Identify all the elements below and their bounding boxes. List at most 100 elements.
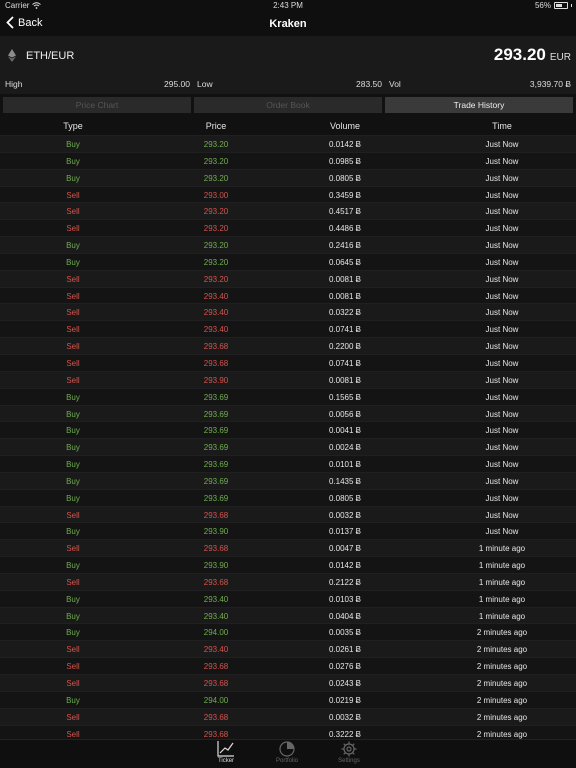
- cell-price: 293.68: [203, 577, 229, 587]
- cell-time: Just Now: [485, 325, 519, 335]
- table-row: Buy 293.40 0.0404 Ƀ 1 minute ago: [0, 606, 576, 624]
- cell-time: 2 minutes ago: [476, 695, 528, 705]
- cell-volume: 0.0142 Ƀ: [328, 561, 362, 571]
- cell-type: Sell: [66, 274, 80, 284]
- cell-price: 293.20: [203, 156, 229, 166]
- tab-portfolio[interactable]: Portfolio: [262, 741, 312, 764]
- table-row: Buy 293.20 0.0805 Ƀ Just Now: [0, 168, 576, 186]
- tab-trade-history[interactable]: Trade History: [385, 97, 573, 113]
- cell-volume: 0.0035 Ƀ: [328, 628, 362, 638]
- cell-type: Sell: [66, 342, 80, 352]
- cell-time: Just Now: [485, 241, 519, 251]
- cell-price: 294.00: [203, 695, 229, 705]
- table-row: Sell 293.20 0.4517 Ƀ Just Now: [0, 202, 576, 220]
- table-row: Sell 293.68 0.0276 Ƀ 2 minutes ago: [0, 657, 576, 674]
- price-currency: EUR: [549, 52, 571, 63]
- cell-type: Sell: [66, 662, 80, 672]
- cell-time: Just Now: [485, 308, 519, 318]
- cell-type: Sell: [66, 712, 80, 722]
- table-row: Buy 293.90 0.0137 Ƀ Just Now: [0, 522, 576, 540]
- tab-portfolio-label: Portfolio: [275, 758, 298, 764]
- back-label: Back: [18, 16, 43, 29]
- vol-label: Vol: [389, 79, 401, 89]
- cell-price: 293.90: [203, 561, 229, 571]
- cell-type: Buy: [66, 426, 80, 436]
- cell-price: 293.68: [203, 662, 229, 672]
- cell-volume: 0.0741 Ƀ: [328, 325, 362, 335]
- table-header: Type Price Volume Time: [0, 118, 576, 135]
- cell-type: Buy: [66, 594, 80, 604]
- table-row: Buy 293.20 0.0985 Ƀ Just Now: [0, 151, 576, 169]
- navigation-bar: Back Kraken: [0, 12, 576, 36]
- table-row: Sell 293.20 0.0081 Ƀ Just Now: [0, 269, 576, 287]
- table-row: Sell 293.68 0.2200 Ƀ Just Now: [0, 337, 576, 354]
- pair-label: ETH/EUR: [26, 49, 75, 62]
- cell-time: Just Now: [485, 291, 519, 301]
- cell-type: Buy: [66, 443, 80, 453]
- cell-time: Just Now: [485, 173, 519, 183]
- cell-volume: 0.3222 Ƀ: [328, 729, 362, 739]
- tab-order-book[interactable]: Order Book: [194, 97, 382, 113]
- cell-volume: 0.0805 Ƀ: [328, 493, 362, 503]
- table-row: Sell 293.90 0.0081 Ƀ Just Now: [0, 370, 576, 388]
- cell-volume: 0.2122 Ƀ: [328, 577, 362, 587]
- cell-volume: 0.0024 Ƀ: [328, 443, 362, 453]
- cell-volume: 0.0081 Ƀ: [328, 375, 362, 385]
- trade-history-list[interactable]: Buy 293.20 0.0142 Ƀ Just Now Buy 293.20 0.0985…: [0, 135, 576, 739]
- table-row: Buy 294.00 0.0035 Ƀ 2 minutes ago: [0, 623, 576, 641]
- cell-volume: 0.0404 Ƀ: [328, 611, 362, 621]
- cell-time: Just Now: [485, 460, 519, 470]
- cell-price: 293.69: [203, 443, 229, 453]
- view-segmented-control: Price Chart Order Book Trade History: [0, 95, 576, 115]
- table-row: Buy 293.90 0.0142 Ƀ 1 minute ago: [0, 556, 576, 573]
- pair-info: ETH/EUR: [8, 49, 74, 62]
- table-row: Buy 293.69 0.0101 Ƀ Just Now: [0, 455, 576, 472]
- cell-volume: 0.0645 Ƀ: [328, 257, 362, 267]
- ticker-header: ETH/EUR 293.20 EUR: [0, 36, 576, 74]
- status-bar: Carrier 2:43 PM 56%: [0, 0, 576, 12]
- cell-price: 293.20: [203, 241, 229, 251]
- cell-time: 2 minutes ago: [476, 712, 528, 722]
- tab-settings[interactable]: Settings: [324, 741, 374, 764]
- ticker-stats: High 295.00 Low 283.50 Vol 3,939.70 Ƀ: [0, 74, 576, 94]
- cell-time: 1 minute ago: [478, 594, 526, 604]
- cell-type: Sell: [66, 207, 80, 217]
- cell-price: 293.90: [203, 375, 229, 385]
- table-row: Buy 293.40 0.0103 Ƀ 1 minute ago: [0, 589, 576, 607]
- cell-volume: 0.2200 Ƀ: [328, 342, 362, 352]
- cell-type: Sell: [66, 224, 80, 234]
- table-row: Sell 293.40 0.0261 Ƀ 2 minutes ago: [0, 640, 576, 658]
- cell-type: Buy: [66, 695, 80, 705]
- cell-time: 2 minutes ago: [476, 679, 528, 688]
- cell-price: 293.20: [203, 274, 229, 284]
- table-row: Sell 293.68 0.0032 Ƀ Just Now: [0, 505, 576, 523]
- gear-icon: [341, 741, 357, 757]
- table-row: Buy 294.00 0.0219 Ƀ 2 minutes ago: [0, 690, 576, 708]
- cell-price: 293.40: [203, 611, 229, 621]
- cell-type: Sell: [66, 577, 80, 587]
- tab-ticker-label: Ticker: [217, 758, 235, 764]
- cell-time: Just Now: [485, 375, 519, 385]
- cell-type: Buy: [66, 561, 80, 571]
- battery-tip: [571, 4, 572, 7]
- cell-time: 1 minute ago: [478, 561, 526, 571]
- tab-price-chart[interactable]: Price Chart: [3, 97, 191, 113]
- cell-time: Just Now: [485, 409, 519, 419]
- cell-type: Sell: [66, 375, 80, 385]
- table-row: Sell 293.68 0.0741 Ƀ Just Now: [0, 353, 576, 371]
- cell-type: Sell: [66, 358, 80, 368]
- table-row: Buy 293.69 0.1435 Ƀ Just Now: [0, 471, 576, 489]
- cell-type: Buy: [66, 173, 80, 183]
- cell-price: 293.00: [203, 190, 229, 200]
- cell-volume: 0.1565 Ƀ: [328, 392, 362, 402]
- cell-type: Sell: [66, 325, 80, 335]
- back-button[interactable]: Back: [6, 16, 42, 29]
- cell-price: 294.00: [203, 628, 229, 638]
- cell-price: 293.69: [203, 392, 229, 402]
- table-row: Buy 293.69 0.0056 Ƀ Just Now: [0, 404, 576, 422]
- cell-volume: 0.0056 Ƀ: [328, 409, 362, 419]
- cell-time: 2 minutes ago: [476, 628, 528, 638]
- cell-volume: 0.0103 Ƀ: [328, 594, 362, 604]
- tab-ticker[interactable]: Ticker: [201, 741, 251, 764]
- cell-volume: 0.0137 Ƀ: [328, 527, 362, 537]
